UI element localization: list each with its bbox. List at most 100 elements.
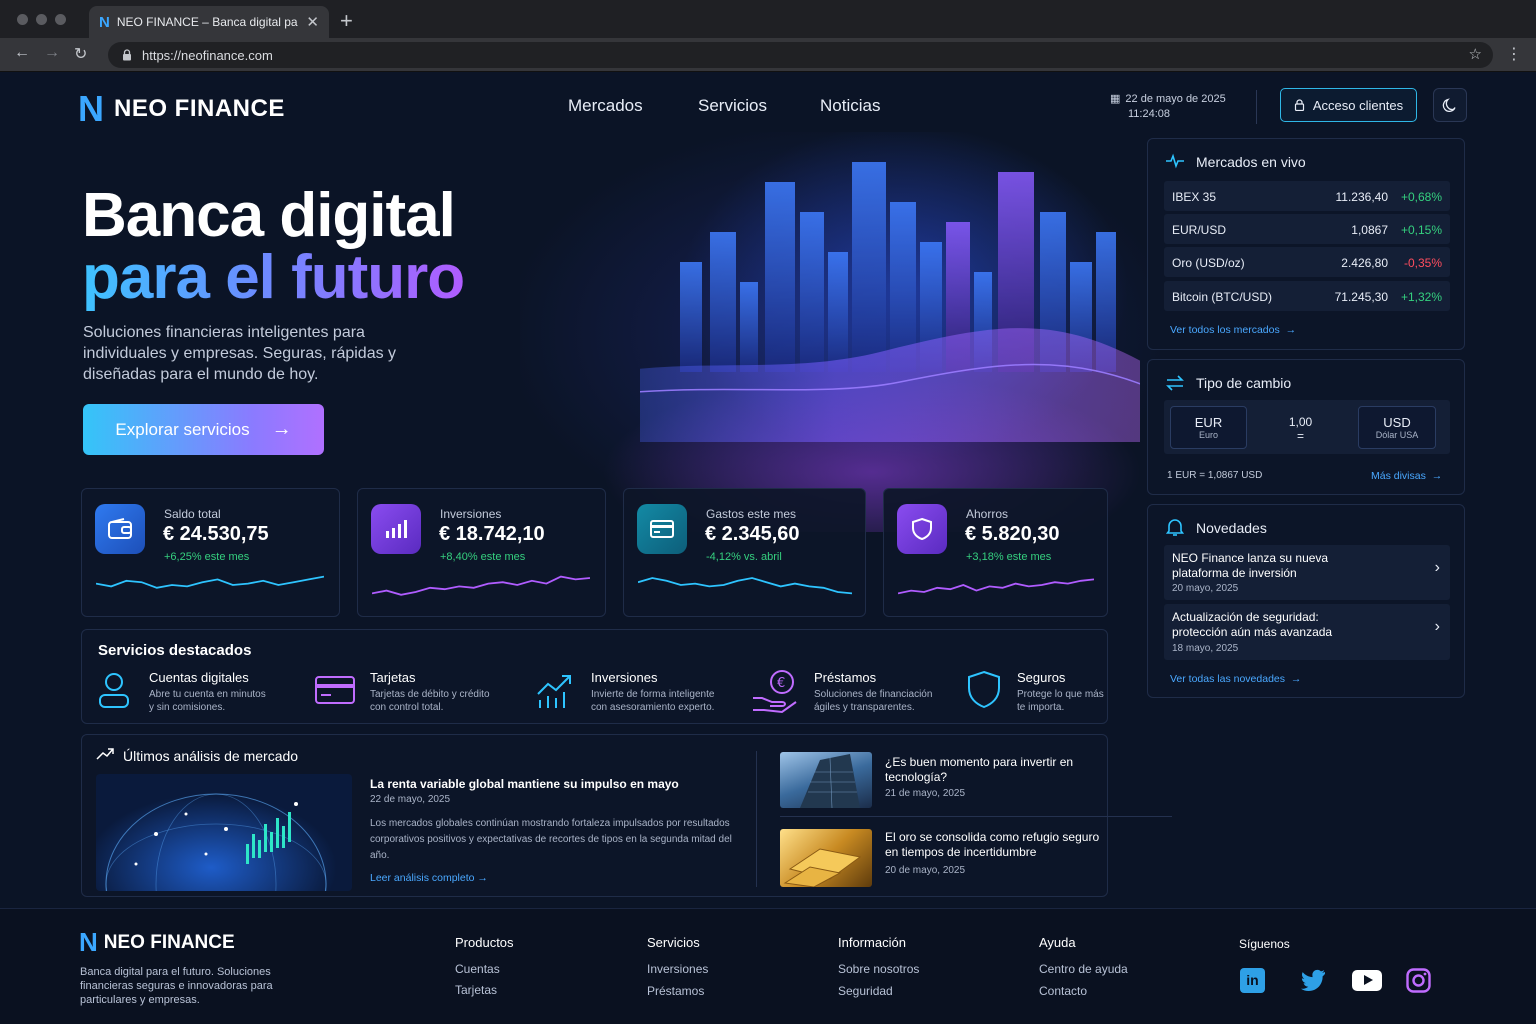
gold-bars-image[interactable] xyxy=(780,829,872,887)
social-title: Síguenos xyxy=(1239,937,1290,951)
explore-services-button[interactable]: Explorar servicios → xyxy=(83,404,324,455)
forward-icon[interactable]: → xyxy=(44,44,60,62)
arrow-right-icon: → xyxy=(1285,324,1297,336)
service-desc: Invierte de forma inteligente xyxy=(591,689,715,700)
linkedin-icon[interactable]: in xyxy=(1240,968,1265,993)
services-title: Servicios destacados xyxy=(98,642,252,659)
tech-building-image[interactable] xyxy=(780,752,872,808)
stat-label: Saldo total xyxy=(164,507,221,521)
all-markets-link[interactable]: Ver todos los mercados → xyxy=(1170,324,1296,336)
new-tab-icon[interactable]: + xyxy=(340,8,353,34)
market-value: 2.426,80 xyxy=(1341,256,1388,270)
lock-icon xyxy=(1294,99,1304,111)
footer-link[interactable]: Sobre nosotros xyxy=(838,962,919,976)
globe-market-image[interactable] xyxy=(96,774,352,891)
analysis-headline[interactable]: La renta variable global mantiene su imp… xyxy=(370,777,679,791)
nav-noticias[interactable]: Noticias xyxy=(820,96,880,116)
news-line1: Actualización de seguridad: xyxy=(1172,610,1319,624)
stat-card-expenses[interactable]: Gastos este mes € 2.345,60 -4,12% vs. ab… xyxy=(623,488,866,617)
browser-tab[interactable]: N NEO FINANCE – Banca digital para ✕ xyxy=(89,6,329,38)
amount-input[interactable]: 1,00 = xyxy=(1278,415,1323,443)
sparkline-path xyxy=(372,575,590,596)
footer-brand-name: NEO FINANCE xyxy=(103,931,235,953)
lock-icon xyxy=(123,49,131,61)
to-code: USD xyxy=(1383,415,1411,430)
nav-mercados[interactable]: Mercados xyxy=(568,96,643,116)
news-item[interactable]: Actualización de seguridad: protección a… xyxy=(1164,604,1450,660)
stat-label: Ahorros xyxy=(966,507,1009,521)
service-name: Cuentas digitales xyxy=(149,670,249,685)
brand-logo[interactable]: N NEO FINANCE xyxy=(78,88,285,130)
pulse-icon xyxy=(1166,153,1184,169)
address-bar[interactable]: https://neofinance.com xyxy=(108,42,1493,68)
news-date: 20 mayo, 2025 xyxy=(1172,583,1239,594)
market-row[interactable]: EUR/USD 1,0867 +0,15% xyxy=(1164,214,1450,244)
side-article-headline[interactable]: El oro se consolida como refugio seguro … xyxy=(885,830,1100,860)
footer-link[interactable]: Centro de ayuda xyxy=(1039,962,1128,976)
analysis-divider xyxy=(756,751,757,887)
footer-link[interactable]: Contacto xyxy=(1039,984,1087,998)
window-close-dot[interactable] xyxy=(17,14,28,25)
service-name: Seguros xyxy=(1017,670,1066,685)
footer-link[interactable]: Tarjetas xyxy=(455,983,497,997)
hero-title-line1: Banca digital xyxy=(82,181,456,250)
market-row[interactable]: IBEX 35 11.236,40 +0,68% xyxy=(1164,181,1450,211)
side-article-headline[interactable]: ¿Es buen momento para invertir en tecnol… xyxy=(885,755,1075,785)
hero-subtitle: Soluciones financieras inteligentes para… xyxy=(83,324,397,383)
close-icon[interactable]: ✕ xyxy=(306,13,319,31)
menu-kebab-icon[interactable]: ⋮ xyxy=(1506,44,1522,64)
service-name: Tarjetas xyxy=(370,670,416,685)
window-maximize-dot[interactable] xyxy=(55,14,66,25)
news-date: 18 mayo, 2025 xyxy=(1172,643,1239,654)
tab-title: NEO FINANCE – Banca digital para xyxy=(116,15,299,29)
market-change: -0,35% xyxy=(1403,256,1442,270)
exchange-rate-panel: Tipo de cambio EUR Euro 1,00 = USD Dólar … xyxy=(1147,359,1465,495)
footer-link[interactable]: Préstamos xyxy=(647,984,704,998)
twitter-icon[interactable] xyxy=(1301,969,1327,991)
stat-card-savings[interactable]: Ahorros € 5.820,30 +3,18% este mes xyxy=(883,488,1108,617)
stat-card-balance[interactable]: Saldo total € 24.530,75 +6,25% este mes xyxy=(81,488,340,617)
footer-link[interactable]: Inversiones xyxy=(647,962,708,976)
market-row[interactable]: Bitcoin (BTC/USD) 71.245,30 +1,32% xyxy=(1164,281,1450,311)
youtube-icon[interactable] xyxy=(1352,970,1382,991)
market-row[interactable]: Oro (USD/oz) 2.426,80 -0,35% xyxy=(1164,247,1450,277)
service-desc: te importa. xyxy=(1017,702,1065,713)
instagram-icon[interactable] xyxy=(1406,968,1431,993)
chevron-right-icon: › xyxy=(1434,559,1440,576)
news-line1: NEO Finance lanza su nueva xyxy=(1172,551,1329,565)
bookmark-star-icon[interactable]: ☆ xyxy=(1469,45,1482,63)
service-desc: ágiles y transparentes. xyxy=(814,702,915,713)
stat-delta: -4,12% vs. abril xyxy=(706,551,782,563)
service-desc: Protege lo que más xyxy=(1017,689,1104,700)
all-news-link[interactable]: Ver todas las novedades → xyxy=(1170,673,1301,685)
analysis-date: 22 de mayo, 2025 xyxy=(370,794,451,805)
from-currency-select[interactable]: EUR Euro xyxy=(1170,406,1247,449)
brand-name: NEO FINANCE xyxy=(114,95,285,122)
time-text: 11:24:08 xyxy=(1128,108,1171,120)
news-item[interactable]: NEO Finance lanza su nueva plataforma de… xyxy=(1164,545,1450,600)
nav-servicios[interactable]: Servicios xyxy=(698,96,767,116)
sparkline-balance xyxy=(96,575,324,589)
all-news-label: Ver todas las novedades xyxy=(1170,673,1285,685)
shield-icon xyxy=(897,504,947,554)
to-currency-select[interactable]: USD Dólar USA xyxy=(1358,406,1436,449)
markets-title: Mercados en vivo xyxy=(1196,154,1306,170)
market-change: +0,15% xyxy=(1400,223,1442,237)
exchange-rate-text: 1 EUR = 1,0867 USD xyxy=(1167,470,1263,481)
stat-value: € 5.820,30 xyxy=(965,523,1060,545)
stat-card-investments[interactable]: Inversiones € 18.742,10 +8,40% este mes xyxy=(357,488,606,617)
reload-icon[interactable]: ↻ xyxy=(74,44,87,64)
footer-link[interactable]: Cuentas xyxy=(455,962,500,976)
window-minimize-dot[interactable] xyxy=(36,14,47,25)
back-icon[interactable]: ← xyxy=(14,44,30,62)
theme-toggle-button[interactable] xyxy=(1433,88,1467,122)
market-change: +1,32% xyxy=(1400,290,1442,304)
stat-delta: +3,18% este mes xyxy=(966,551,1052,563)
footer-brand[interactable]: N NEO FINANCE xyxy=(79,927,235,958)
read-analysis-link[interactable]: Leer análisis completo → xyxy=(370,872,488,884)
footer-link[interactable]: Seguridad xyxy=(838,984,893,998)
client-access-button[interactable]: Acceso clientes xyxy=(1280,88,1417,122)
euro-hand-icon: € xyxy=(753,670,797,714)
stat-label: Gastos este mes xyxy=(706,507,797,521)
more-currencies-link[interactable]: Más divisas → xyxy=(1371,470,1442,482)
